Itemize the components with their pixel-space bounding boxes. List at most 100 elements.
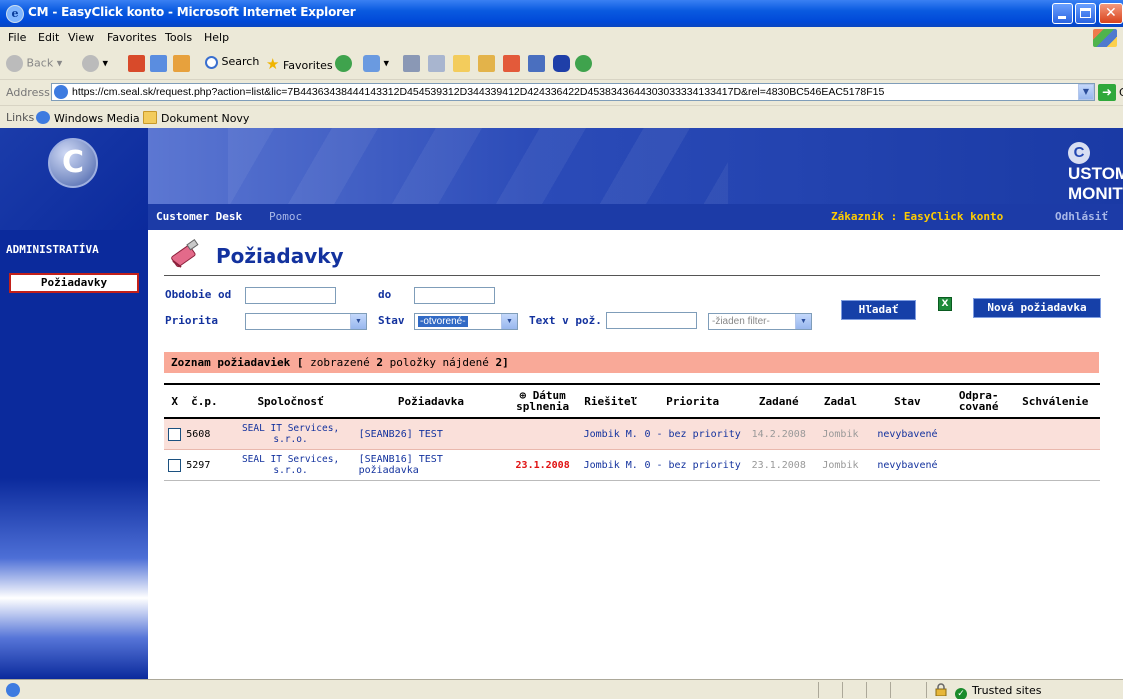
logout-link[interactable]: Odhlásiť [1055, 210, 1108, 223]
customer-label: Zákazník : EasyClick konto [831, 210, 1004, 223]
request-link[interactable]: [SEANB26] TEST [357, 418, 505, 450]
forward-button[interactable]: ▾ [82, 55, 108, 73]
refresh-button[interactable] [150, 55, 167, 73]
link-windows-media[interactable]: Windows Media [36, 111, 140, 125]
lock-icon [935, 683, 947, 696]
col-status[interactable]: Stav [868, 383, 947, 419]
nav-customer-desk[interactable]: Customer Desk [156, 210, 242, 223]
col-approval[interactable]: Schválenie [1010, 383, 1100, 419]
sidebar-item-poziadavky[interactable]: Požiadavky [9, 273, 139, 293]
ie-icon: e [6, 5, 24, 23]
bluetooth-button[interactable] [553, 55, 570, 73]
logo-c-icon: C [48, 138, 98, 188]
filter-select[interactable]: -žiaden filter- ▼ [708, 313, 812, 330]
search-button[interactable]: Search [205, 55, 259, 73]
solver-cell: Jombik M. [580, 418, 641, 450]
history-icon [335, 55, 352, 72]
edit-button[interactable] [428, 55, 445, 73]
col-solver[interactable]: Riešiteľ [580, 383, 641, 419]
request-number[interactable]: 5297 [185, 449, 224, 481]
list-header: Zoznam požiadaviek [ zobrazené 2 položky… [164, 352, 1099, 373]
request-link[interactable]: [SEANB16] TEST požiadavka [357, 449, 505, 481]
table-row[interactable]: 5608 SEAL IT Services, s.r.o. [SEANB26] … [164, 418, 1100, 450]
home-icon [173, 55, 190, 72]
priority-select[interactable]: ▼ [245, 313, 367, 330]
ie-page-icon [36, 111, 50, 124]
approval-cell [1010, 418, 1100, 450]
menu-file[interactable]: File [8, 31, 26, 44]
close-button[interactable] [1099, 3, 1123, 24]
link-dokument-novy[interactable]: Dokument Novy [143, 111, 249, 125]
menu-edit[interactable]: Edit [38, 31, 59, 44]
forward-arrow-icon [82, 55, 99, 72]
page-viewport: C ADMINISTRATÍVA Požiadavky CUSTOMER MON… [0, 128, 1123, 679]
status-select[interactable]: -otvorené- ▼ [414, 313, 518, 330]
refresh-icon [150, 55, 167, 72]
new-request-button[interactable]: Nová požiadavka [973, 298, 1101, 318]
history-button[interactable] [335, 55, 352, 73]
stop-button[interactable] [128, 55, 145, 73]
back-arrow-icon [6, 55, 23, 72]
chevron-down-icon: ▼ [350, 314, 366, 329]
text-search-label: Text v pož. [529, 314, 602, 327]
row-checkbox[interactable] [168, 427, 182, 441]
discuss-button[interactable] [453, 55, 470, 73]
msn-button[interactable] [575, 55, 592, 73]
col-entered-by[interactable]: Zadal [812, 383, 869, 419]
status-divider [818, 682, 819, 698]
search-button[interactable]: Hľadať [841, 300, 916, 320]
status-cell: nevybavené [868, 449, 947, 481]
col-worked[interactable]: Odpra-cované [946, 383, 1011, 419]
address-dropdown-icon[interactable]: ▼ [1078, 84, 1094, 100]
toolbar: Back ▾ ▾ Search ★ Favorites ▾ [0, 49, 1123, 80]
favorites-button[interactable]: ★ Favorites [266, 55, 333, 73]
go-button[interactable]: Go [1119, 86, 1123, 99]
text-search-input[interactable] [606, 312, 697, 329]
minimize-button[interactable] [1052, 3, 1073, 24]
sidebar: C ADMINISTRATÍVA Požiadavky [0, 128, 148, 679]
address-input[interactable]: https://cm.seal.sk/request.php?action=li… [51, 83, 1095, 101]
period-from-input[interactable] [245, 287, 336, 304]
col-x[interactable]: X [164, 383, 186, 419]
maximize-button[interactable] [1075, 3, 1096, 24]
tool-button-1[interactable] [528, 55, 545, 73]
list-bracket-close: ] [502, 356, 509, 369]
back-button[interactable]: Back ▾ [6, 55, 62, 73]
links-label: Links [6, 111, 35, 124]
table-row[interactable]: 5297 SEAL IT Services, s.r.o. [SEANB16] … [164, 449, 1100, 481]
col-entered[interactable]: Zadané [744, 383, 813, 419]
go-arrow-icon[interactable]: ➜ [1098, 84, 1116, 101]
company-cell: SEAL IT Services, s.r.o. [223, 418, 358, 450]
messenger-button[interactable] [503, 55, 520, 73]
menu-tools[interactable]: Tools [165, 31, 192, 44]
window-title: CM - EasyClick konto - Microsoft Interne… [28, 5, 356, 19]
excel-export-icon[interactable]: X [938, 297, 952, 311]
menu-view[interactable]: View [68, 31, 94, 44]
mail-button[interactable]: ▾ [363, 55, 389, 73]
home-button[interactable] [173, 55, 190, 73]
title-bar: e CM - EasyClick konto - Microsoft Inter… [0, 0, 1123, 27]
header-banner: CUSTOMER MONITOR [148, 128, 1123, 204]
col-due-date[interactable]: ⊕ Dátum splnenia [504, 383, 581, 419]
mail-icon [363, 55, 380, 72]
research-button[interactable] [478, 55, 495, 73]
menu-favorites[interactable]: Favorites [107, 31, 157, 44]
row-checkbox[interactable] [168, 458, 182, 472]
nav-help[interactable]: Pomoc [269, 210, 302, 223]
table-header-row: X č.p. Spoločnosť Požiadavka ⊕ Dátum spl… [164, 383, 1100, 419]
col-request[interactable]: Požiadavka [357, 383, 505, 419]
col-num[interactable]: č.p. [185, 383, 224, 419]
col-company[interactable]: Spoločnosť [223, 383, 358, 419]
list-found-text: položky nájdené [389, 356, 489, 369]
row-checkbox-cell [164, 418, 186, 450]
col-priority[interactable]: Priorita [640, 383, 745, 419]
request-number[interactable]: 5608 [185, 418, 224, 450]
status-bar: ✓ Trusted sites [0, 679, 1123, 699]
status-divider [866, 682, 867, 698]
due-date-cell: 23.1.2008 [504, 449, 581, 481]
menu-help[interactable]: Help [204, 31, 229, 44]
print-button[interactable] [403, 55, 420, 73]
period-to-input[interactable] [414, 287, 495, 304]
entered-by-cell: Jombik [812, 449, 869, 481]
priority-label: Priorita [165, 314, 218, 327]
